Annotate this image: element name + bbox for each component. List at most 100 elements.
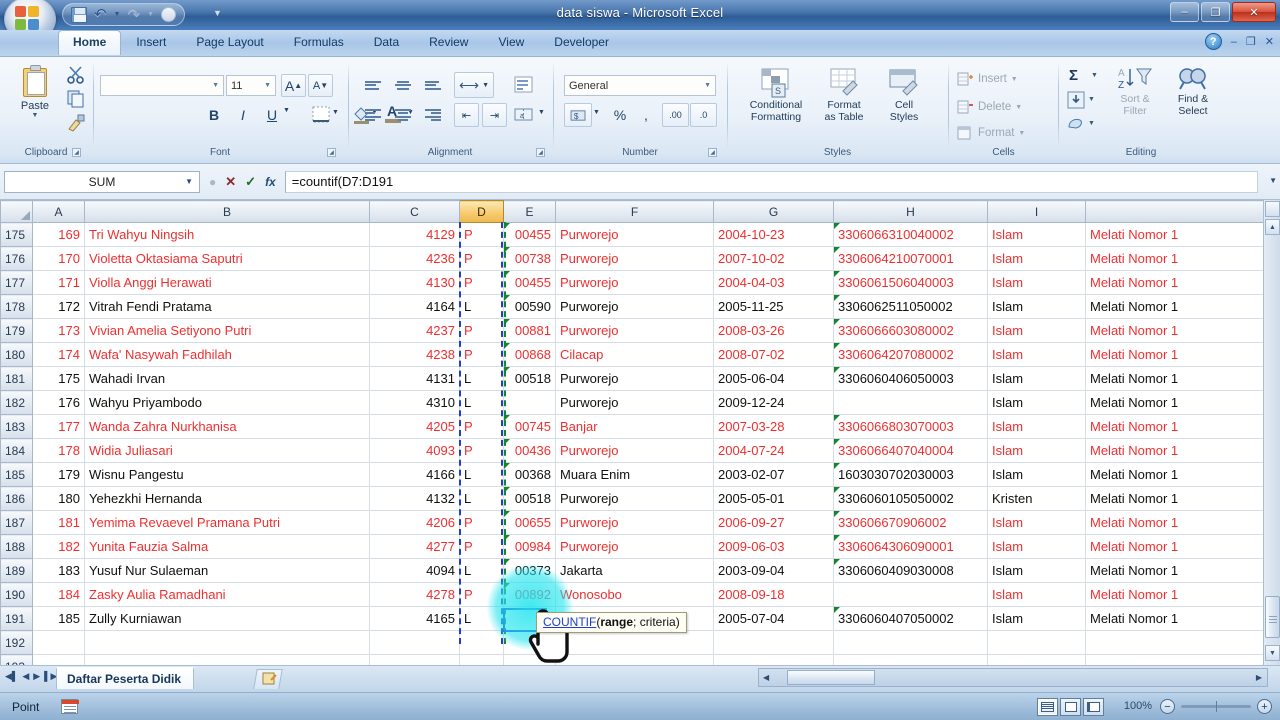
row-header[interactable]: 191 (0, 606, 33, 631)
vertical-scroll-thumb[interactable] (1265, 596, 1280, 638)
font-size-input[interactable]: 11 ▼ (226, 75, 276, 96)
close-button[interactable]: ✕ (1232, 2, 1276, 22)
cell-b[interactable]: Zasky Aulia Ramadhani (84, 582, 370, 607)
cell-g[interactable]: 2005-07-04 (713, 606, 834, 631)
cell-c[interactable]: 4166 (369, 462, 460, 487)
align-left-icon[interactable] (360, 104, 386, 126)
borders-icon[interactable] (312, 106, 332, 124)
cell-d[interactable]: P (459, 438, 504, 463)
cell-j[interactable]: Melati Nomor 1 (1085, 582, 1266, 607)
cell-h[interactable]: 3306060407050002 (833, 606, 988, 631)
scroll-down-button[interactable]: ▼ (1265, 645, 1280, 661)
cell-e[interactable]: 00892 (503, 582, 556, 607)
number-format-dropdown-icon[interactable]: ▼ (704, 82, 711, 89)
tab-view[interactable]: View (483, 30, 539, 55)
cell-i[interactable]: Islam (987, 366, 1086, 391)
cell-j[interactable]: Melati Nomor 1 (1085, 510, 1266, 535)
scroll-up-button[interactable]: ▲ (1265, 219, 1280, 235)
cell-g[interactable]: 2005-05-01 (713, 486, 834, 511)
sort-filter-button[interactable]: A Z Sort & Filter (1107, 65, 1163, 117)
worksheet-grid[interactable]: A B C D E F G H I 175 169 Tri Wahyu Ningsi… (0, 200, 1280, 665)
cell-f[interactable]: Jakarta (555, 558, 714, 583)
cell-d[interactable]: P (459, 270, 504, 295)
fill-dropdown-icon[interactable]: ▼ (1088, 96, 1095, 103)
cell-b[interactable]: Yemima Revaevel Pramana Putri (84, 510, 370, 535)
cell-g[interactable] (713, 654, 834, 665)
cell-f[interactable]: Purworejo (555, 486, 714, 511)
cell-a[interactable]: 183 (32, 558, 85, 583)
cell-a[interactable] (32, 630, 85, 655)
font-name-dropdown-icon[interactable]: ▼ (212, 82, 219, 89)
cell-h[interactable]: 3306062511050002 (833, 294, 988, 319)
table-row[interactable]: 183 177 Wanda Zahra Nurkhanisa 4205 P 00745 Ba… (0, 414, 1266, 439)
row-header[interactable]: 188 (0, 534, 33, 559)
insert-cells-button[interactable]: Insert ▼ (957, 71, 1018, 87)
row-header[interactable]: 178 (0, 294, 33, 319)
cell-c[interactable]: 4130 (369, 270, 460, 295)
column-header-c[interactable]: C (369, 200, 460, 223)
row-header[interactable]: 184 (0, 438, 33, 463)
column-header-a[interactable]: A (32, 200, 85, 223)
cell-c[interactable]: 4129 (369, 222, 460, 247)
row-header[interactable]: 181 (0, 366, 33, 391)
increase-decimal-icon[interactable]: .00 (662, 103, 689, 127)
cell-c[interactable]: 4310 (369, 390, 460, 415)
cell-b[interactable]: Wahadi Irvan (84, 366, 370, 391)
next-sheet-button[interactable]: ▶ (33, 671, 40, 682)
merge-center-icon[interactable]: a (510, 103, 538, 127)
wrap-text-icon[interactable] (510, 72, 538, 98)
row-header[interactable]: 179 (0, 318, 33, 343)
cell-f[interactable]: Purworejo (555, 270, 714, 295)
cell-d[interactable]: P (459, 510, 504, 535)
cell-c[interactable]: 4278 (369, 582, 460, 607)
underline-button[interactable]: U (261, 104, 283, 126)
column-header-i[interactable]: I (987, 200, 1086, 223)
cell-e[interactable] (503, 654, 556, 665)
cell-e[interactable]: 00455 (503, 222, 556, 247)
cell-h[interactable]: 3306060409030008 (833, 558, 988, 583)
cell-b[interactable]: Yehezkhi Hernanda (84, 486, 370, 511)
cell-i[interactable]: Islam (987, 270, 1086, 295)
cell-c[interactable]: 4236 (369, 246, 460, 271)
cell-i[interactable]: Islam (987, 558, 1086, 583)
cell-a[interactable]: 179 (32, 462, 85, 487)
format-cells-dropdown-icon[interactable]: ▼ (1018, 130, 1025, 137)
tab-developer[interactable]: Developer (539, 30, 624, 55)
prev-sheet-button[interactable]: ◀ (22, 671, 29, 682)
cell-i[interactable]: Islam (987, 222, 1086, 247)
cell-c[interactable] (369, 630, 460, 655)
cell-h[interactable]: 3306066803070003 (833, 414, 988, 439)
italic-button[interactable]: I (232, 104, 254, 126)
format-painter-icon[interactable] (66, 113, 86, 133)
middle-align-icon[interactable] (390, 74, 416, 96)
cell-c[interactable]: 4165 (369, 606, 460, 631)
first-sheet-button[interactable]: ◀▌ (5, 671, 18, 682)
zoom-out-button[interactable]: − (1160, 699, 1175, 714)
cell-c[interactable]: 4205 (369, 414, 460, 439)
horizontal-scroll-thumb[interactable] (787, 670, 875, 685)
format-cells-button[interactable]: Format ▼ (957, 125, 1025, 141)
cell-f[interactable]: Purworejo (555, 510, 714, 535)
borders-dropdown-icon[interactable]: ▼ (332, 109, 339, 116)
cell-g[interactable]: 2004-07-24 (713, 438, 834, 463)
cell-e[interactable]: 00738 (503, 246, 556, 271)
cell-h[interactable]: 3306066407040004 (833, 438, 988, 463)
cell-b[interactable]: Vitrah Fendi Pratama (84, 294, 370, 319)
cell-b[interactable]: Tri Wahyu Ningsih (84, 222, 370, 247)
cell-f[interactable]: Purworejo (555, 318, 714, 343)
table-row[interactable]: 181 175 Wahadi Irvan 4131 L 00518 Purworejo 200… (0, 366, 1266, 391)
cell-f[interactable]: Purworejo (555, 438, 714, 463)
row-header[interactable]: 175 (0, 222, 33, 247)
name-box-dropdown-icon[interactable]: ▼ (185, 177, 193, 186)
cell-c[interactable] (369, 654, 460, 665)
cell-b[interactable]: Yunita Fauzia Salma (84, 534, 370, 559)
cell-b[interactable]: Yusuf Nur Sulaeman (84, 558, 370, 583)
clear-icon[interactable] (1067, 115, 1085, 133)
split-box-vertical[interactable] (1265, 201, 1280, 217)
font-dialog-launcher[interactable]: ◢ (327, 148, 336, 157)
cell-a[interactable]: 176 (32, 390, 85, 415)
format-as-table-button[interactable]: Format as Table (816, 67, 872, 123)
cell-d[interactable]: P (459, 342, 504, 367)
cell-a[interactable]: 170 (32, 246, 85, 271)
cell-e[interactable]: 00373 (503, 558, 556, 583)
